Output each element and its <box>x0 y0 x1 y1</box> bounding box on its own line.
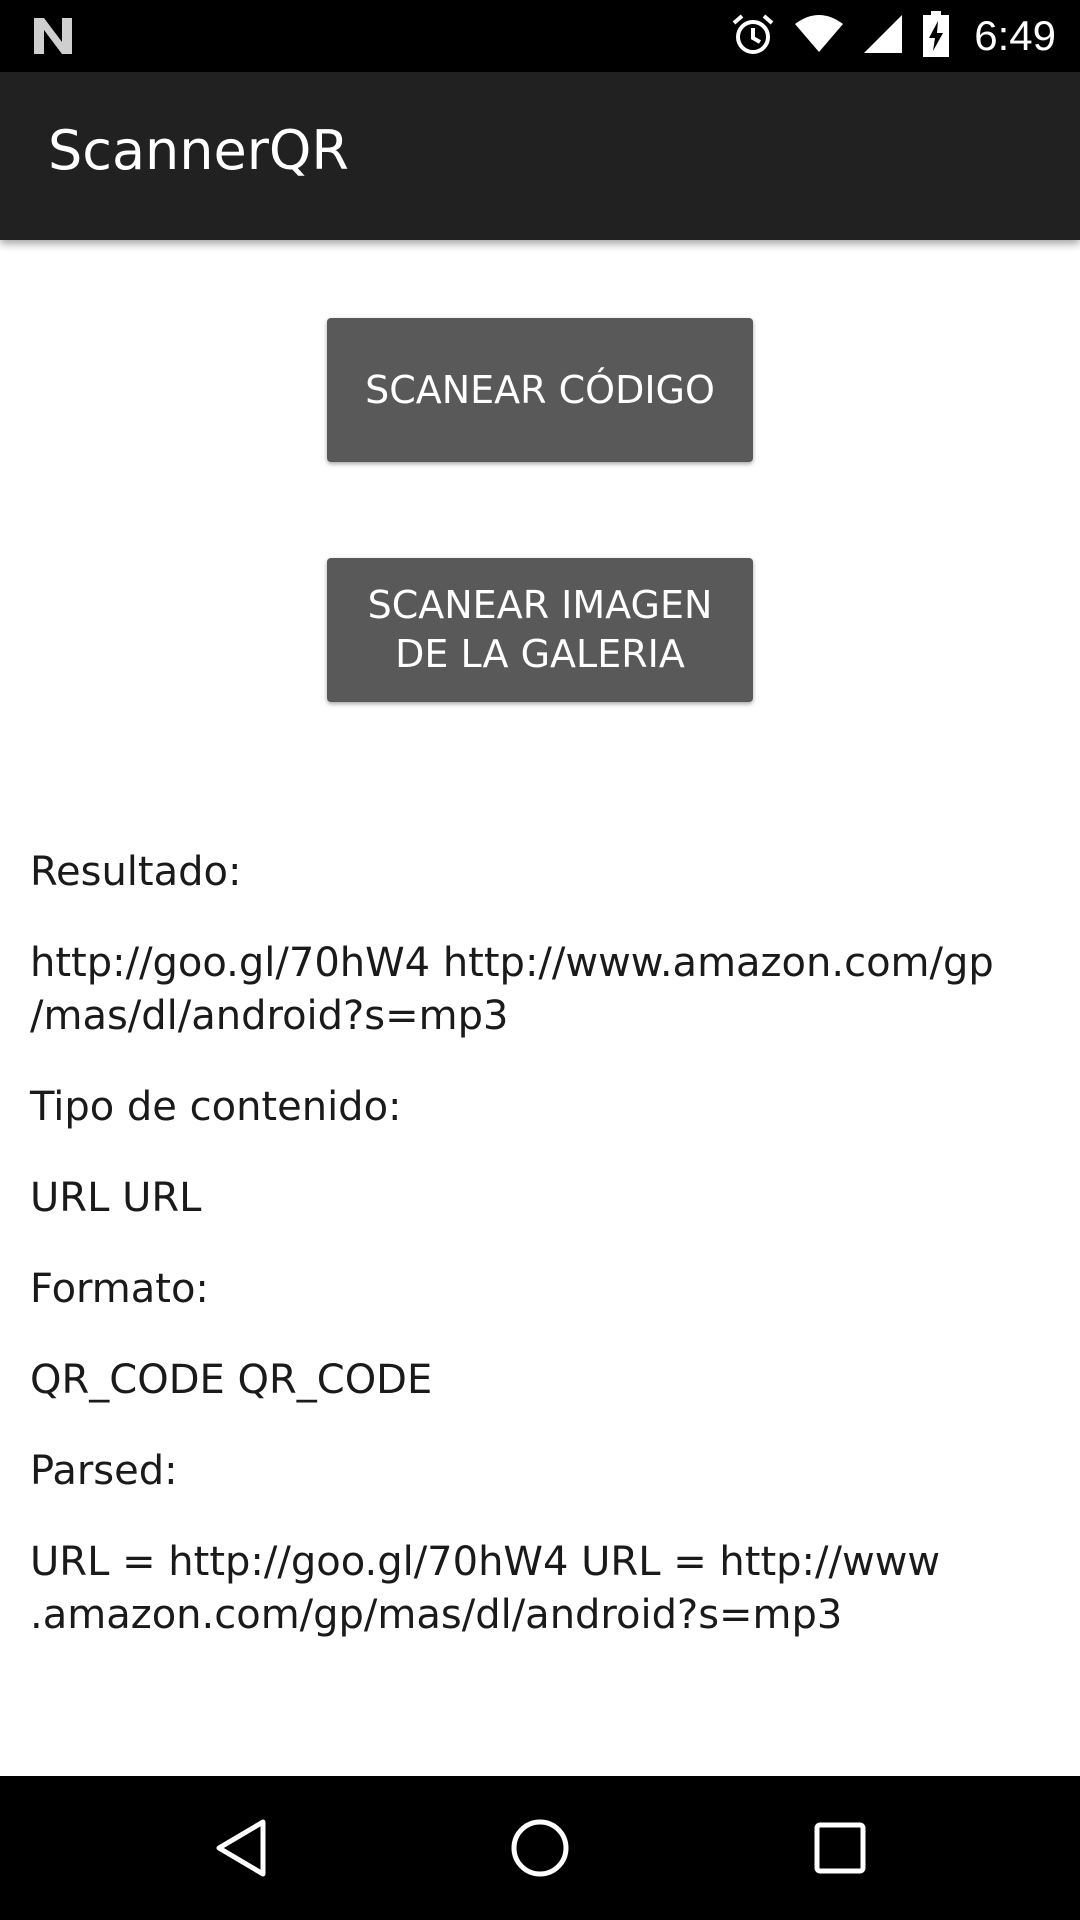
parsed-value: URL = http://goo.gl/70hW4 URL = http://w… <box>30 1539 941 1638</box>
home-icon[interactable] <box>504 1812 576 1884</box>
content-type-value: URL URL <box>30 1175 202 1221</box>
main-content: SCANEAR CÓDIGO SCANEAR IMAGEN DE LA GALE… <box>0 240 1080 1776</box>
back-icon[interactable] <box>205 1812 277 1884</box>
status-bar: 6:49 <box>0 0 1080 72</box>
notification-n-icon <box>30 14 76 58</box>
result-value: http://goo.gl/70hW4 http://www.amazon.co… <box>30 940 994 1039</box>
wifi-icon <box>794 14 844 58</box>
signal-icon <box>862 13 904 59</box>
format-value: QR_CODE QR_CODE <box>30 1357 433 1403</box>
scan-code-button[interactable]: SCANEAR CÓDIGO <box>327 318 753 462</box>
results-panel: Resultado: http://goo.gl/70hW4 http://ww… <box>30 846 1050 1680</box>
status-icons: 6:49 <box>730 0 1056 72</box>
navigation-bar <box>0 1776 1080 1920</box>
app-title: ScannerQR <box>48 119 349 182</box>
status-time: 6:49 <box>974 12 1056 59</box>
scan-code-button-label: SCANEAR CÓDIGO <box>365 367 715 412</box>
scan-gallery-button-label: SCANEAR IMAGEN DE LA GALERIA <box>367 583 713 676</box>
content-type-label: Tipo de contenido: <box>30 1084 402 1130</box>
scan-gallery-button[interactable]: SCANEAR IMAGEN DE LA GALERIA <box>327 558 753 702</box>
parsed-label: Parsed: <box>30 1448 178 1494</box>
recent-apps-icon[interactable] <box>804 1812 876 1884</box>
format-label: Formato: <box>30 1266 209 1312</box>
alarm-icon <box>730 11 776 61</box>
result-label: Resultado: <box>30 849 242 895</box>
battery-charging-icon <box>922 11 950 61</box>
app-bar: ScannerQR <box>0 72 1080 240</box>
